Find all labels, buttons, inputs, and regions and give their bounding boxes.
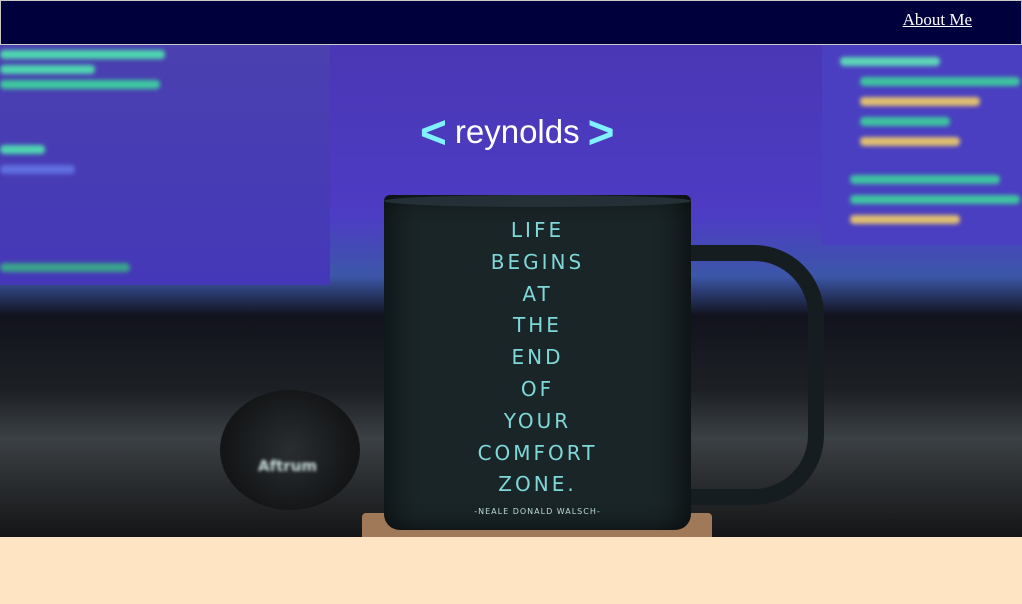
hero-image: Aftrum LIFE BEGINS AT THE END OF YOUR COMFORT ZO… xyxy=(0,45,1022,537)
mug-quote-line: ZONE. xyxy=(498,472,577,497)
mug-handle xyxy=(684,245,824,505)
mug-quote-line: END xyxy=(511,345,564,370)
code-line-decoration xyxy=(860,117,950,126)
mug-rim xyxy=(384,195,691,207)
code-line-decoration xyxy=(0,50,165,59)
site-logo: < reynolds > xyxy=(420,106,615,158)
mug-quote-line: OF xyxy=(520,376,555,401)
code-line-decoration xyxy=(0,65,95,74)
code-line-decoration xyxy=(850,195,1020,204)
headphones-decoration xyxy=(220,390,360,510)
headphone-brand-text: Aftrum xyxy=(258,457,318,475)
mug-quote-line: AT xyxy=(522,281,553,306)
mug-quote-line: LIFE xyxy=(510,218,565,242)
code-line-decoration xyxy=(860,137,960,146)
code-line-decoration xyxy=(850,215,960,224)
left-bracket-icon: < xyxy=(420,106,447,158)
code-line-decoration xyxy=(840,57,940,66)
about-me-link[interactable]: About Me xyxy=(903,10,972,30)
code-line-decoration xyxy=(0,145,45,154)
mug-quote-line: THE xyxy=(513,313,562,338)
code-line-decoration xyxy=(860,97,980,106)
code-line-decoration xyxy=(0,263,130,272)
mug-quote: LIFE BEGINS AT THE END OF YOUR COMFORT ZONE. xyxy=(384,215,691,501)
mug-quote-line: BEGINS xyxy=(490,249,585,274)
mug-quote-line: COMFORT xyxy=(477,440,598,465)
right-bracket-icon: > xyxy=(587,106,615,158)
code-line-decoration xyxy=(850,175,1000,184)
code-line-decoration xyxy=(860,77,1020,86)
mug-quote-author: -NEALE DONALD WALSCH- xyxy=(474,507,601,516)
site-name: reynolds xyxy=(454,113,580,150)
mug-quote-line: YOUR xyxy=(503,408,572,433)
code-line-decoration xyxy=(0,165,75,174)
code-line-decoration xyxy=(0,80,160,89)
top-nav-bar: About Me xyxy=(0,0,1022,45)
